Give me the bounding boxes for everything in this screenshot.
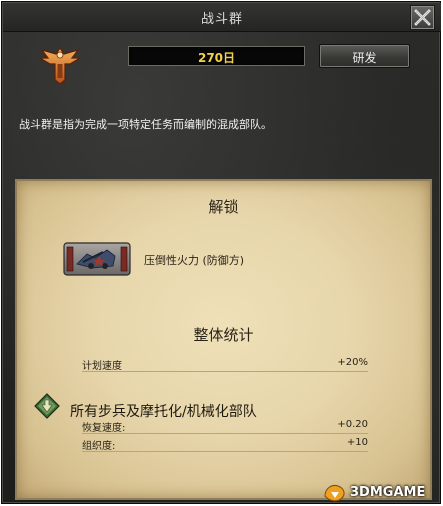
close-icon <box>414 9 431 26</box>
overall-stats-heading: 整体统计 <box>193 326 254 344</box>
winged-eagle-icon <box>38 46 82 85</box>
focus-description: 战斗群是指为完成一项特定任务而编制的混成部队。 <box>19 118 272 131</box>
window-title: 战斗群 <box>200 12 243 27</box>
effects-parchment: 解锁 压倒性火力 (防御方) 整体统计 计划速度 +20% 所有步兵及摩托化/机… <box>15 179 432 500</box>
focus-window: 战斗群 270日 研发 战斗群是指为完成一项特定任务而编制的混成部队。 解锁 压… <box>1 1 441 504</box>
infantry-diamond-icon <box>34 393 60 419</box>
stat-row-recovery-rate: 恢复速度: +0.20 <box>82 419 368 434</box>
site-watermark: 3DMGAME <box>322 482 442 504</box>
3dm-logo-icon <box>324 485 345 502</box>
research-button-label: 研发 <box>352 51 377 65</box>
stat-row-planning-speed: 计划速度 +20% <box>82 357 368 372</box>
research-button[interactable]: 研发 <box>319 44 410 68</box>
stat-value: +0.20 <box>337 419 368 430</box>
infantry-section-title: 所有步兵及摩托化/机械化部队 <box>70 404 257 420</box>
stat-label: 组织度: <box>82 441 116 452</box>
close-button[interactable] <box>410 5 435 30</box>
stat-row-organization: 组织度: +10 <box>82 437 368 452</box>
stat-value: +20% <box>337 357 368 368</box>
stat-value: +10 <box>346 437 368 448</box>
watermark-text: 3DMGAME <box>350 485 426 500</box>
unlock-heading: 解锁 <box>208 198 239 216</box>
stat-label: 恢复速度: <box>82 423 126 434</box>
artillery-unit-badge-icon[interactable] <box>63 242 131 276</box>
title-bar: 战斗群 <box>3 3 441 32</box>
research-days-value: 270日 <box>197 51 236 65</box>
stat-label: 计划速度 <box>82 361 122 372</box>
research-days-field: 270日 <box>128 46 305 66</box>
unlock-item-label: 压倒性火力 (防御方) <box>144 254 245 267</box>
